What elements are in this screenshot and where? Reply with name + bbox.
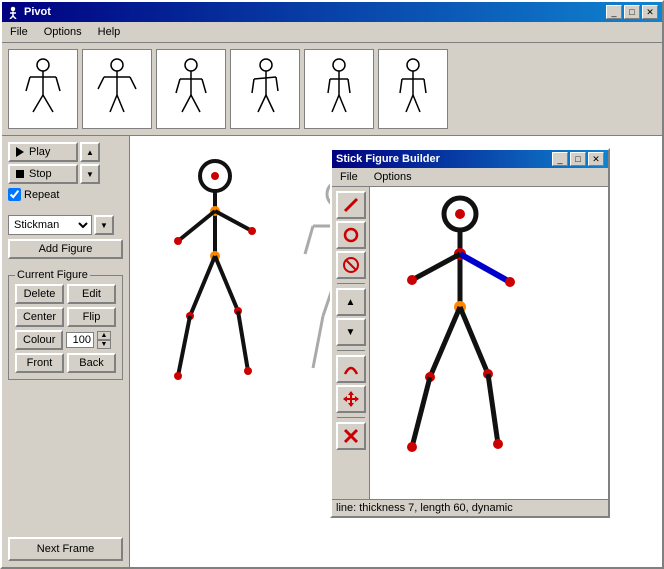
menu-help[interactable]: Help — [94, 24, 125, 40]
delete-edit-row: Delete Edit — [15, 284, 116, 304]
sub-toolbar: ▲ ▼ — [332, 187, 370, 499]
main-window: Pivot _ □ ✕ File Options Help — [0, 0, 664, 569]
edit-button[interactable]: Edit — [67, 284, 116, 304]
stop-button[interactable]: Stop — [8, 164, 78, 184]
center-flip-row: Center Flip — [15, 307, 116, 327]
frame-figure-5 — [322, 57, 357, 122]
sub-close-button[interactable]: ✕ — [588, 152, 604, 166]
scroll-up-button[interactable]: ▲ — [80, 142, 100, 162]
frame-cell-3[interactable] — [156, 49, 226, 129]
sub-maximize-button[interactable]: □ — [570, 152, 586, 166]
move-down-button[interactable]: ▼ — [336, 318, 366, 346]
sub-content: ▲ ▼ — [332, 187, 608, 499]
frame-figure-4 — [240, 57, 290, 122]
colour-up[interactable]: ▲ — [97, 331, 111, 340]
curve-tool-icon — [342, 360, 360, 378]
delete-button[interactable]: Delete — [15, 284, 64, 304]
sub-menu-file[interactable]: File — [336, 169, 362, 185]
cancel-tool-icon — [342, 256, 360, 274]
menu-options[interactable]: Options — [40, 24, 86, 40]
menu-bar: File Options Help — [2, 22, 662, 43]
colour-button[interactable]: Colour — [15, 330, 63, 350]
figure-select-row: Stickman ▼ — [8, 215, 123, 235]
figure-dropdown-btn[interactable]: ▼ — [94, 215, 114, 235]
canvas-area[interactable]: Stick Figure Builder _ □ ✕ File Options — [130, 136, 662, 567]
frame-cell-4[interactable] — [230, 49, 300, 129]
frame-cell-6[interactable] — [378, 49, 448, 129]
cancel-tool-button[interactable] — [336, 251, 366, 279]
title-bar-text: Pivot — [6, 5, 51, 19]
sub-minimize-button[interactable]: _ — [552, 152, 568, 166]
delete-tool-button[interactable] — [336, 422, 366, 450]
sub-canvas[interactable] — [370, 187, 608, 499]
minimize-button[interactable]: _ — [606, 5, 622, 19]
colour-down[interactable]: ▼ — [97, 340, 111, 349]
sub-status-bar: line: thickness 7, length 60, dynamic — [332, 499, 608, 516]
front-button[interactable]: Front — [15, 353, 64, 373]
circle-tool-icon — [342, 226, 360, 244]
playback-buttons: Play Stop Repeat — [8, 142, 78, 201]
scroll-buttons: ▲ ▼ — [80, 142, 100, 184]
front-back-row: Front Back — [15, 353, 116, 373]
frame-strip — [2, 43, 662, 136]
toolbar-separator-3 — [337, 417, 365, 418]
frame-cell-5[interactable] — [304, 49, 374, 129]
add-figure-button[interactable]: Add Figure — [8, 239, 123, 259]
line-tool-button[interactable] — [336, 191, 366, 219]
repeat-checkbox[interactable] — [8, 188, 21, 201]
flip-button[interactable]: Flip — [67, 307, 116, 327]
frame-figure-2 — [92, 57, 142, 122]
group-box-content: Delete Edit Center Flip — [15, 284, 116, 373]
move-up-button[interactable]: ▲ — [336, 288, 366, 316]
repeat-check: Repeat — [8, 188, 78, 201]
frame-cell-1[interactable] — [8, 49, 78, 129]
main-area: Play Stop Repeat ▲ ▼ — [2, 136, 662, 567]
toolbar-separator-2 — [337, 350, 365, 351]
colour-value[interactable] — [66, 332, 94, 348]
play-icon — [16, 147, 24, 157]
sub-title-buttons: _ □ ✕ — [552, 152, 604, 166]
curve-tool-button[interactable] — [336, 355, 366, 383]
stop-icon — [16, 170, 24, 178]
title-bar-buttons: _ □ ✕ — [606, 5, 658, 19]
frame-cell-2[interactable] — [82, 49, 152, 129]
center-button[interactable]: Center — [15, 307, 64, 327]
sub-title-bar: Stick Figure Builder _ □ ✕ — [332, 150, 608, 168]
line-tool-icon — [342, 196, 360, 214]
menu-file[interactable]: File — [6, 24, 32, 40]
window-title: Pivot — [24, 6, 51, 18]
back-button[interactable]: Back — [67, 353, 116, 373]
current-figure-group: Current Figure Delete Edit Center — [8, 275, 123, 380]
close-button[interactable]: ✕ — [642, 5, 658, 19]
sub-menu-options[interactable]: Options — [370, 169, 416, 185]
toolbar-separator-1 — [337, 283, 365, 284]
title-bar: Pivot _ □ ✕ — [2, 2, 662, 22]
group-box-title: Current Figure — [15, 269, 90, 281]
frame-figure-6 — [388, 57, 438, 122]
circle-tool-button[interactable] — [336, 221, 366, 249]
colour-row: Colour ▲ ▼ — [15, 330, 116, 350]
left-panel: Play Stop Repeat ▲ ▼ — [2, 136, 130, 567]
frame-figure-1 — [18, 57, 68, 122]
frame-figure-3 — [166, 57, 216, 122]
builder-figure-svg — [380, 192, 608, 499]
sub-window-title: Stick Figure Builder — [336, 153, 440, 165]
next-frame-button[interactable]: Next Frame — [8, 537, 123, 561]
figure-select[interactable]: Stickman — [8, 215, 92, 235]
sub-menu-bar: File Options — [332, 168, 608, 187]
play-button[interactable]: Play — [8, 142, 78, 162]
delete-tool-icon — [342, 427, 360, 445]
maximize-button[interactable]: □ — [624, 5, 640, 19]
colour-spinner: ▲ ▼ — [97, 331, 111, 349]
drag-tool-button[interactable] — [336, 385, 366, 413]
scroll-down-button[interactable]: ▼ — [80, 164, 100, 184]
drag-tool-icon — [342, 390, 360, 408]
stick-figure-builder-window: Stick Figure Builder _ □ ✕ File Options — [330, 148, 610, 518]
playback-group: Play Stop Repeat ▲ ▼ — [8, 142, 123, 201]
pivot-icon — [6, 5, 20, 19]
main-figure-svg — [160, 156, 280, 386]
